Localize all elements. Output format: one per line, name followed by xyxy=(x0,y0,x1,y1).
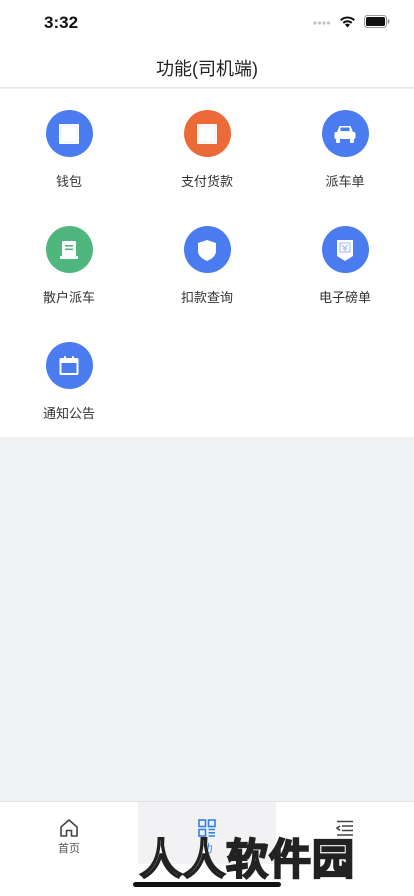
function-pay-goods[interactable]: 支付货款 xyxy=(138,89,276,205)
wifi-icon xyxy=(340,16,355,28)
truck-icon xyxy=(321,110,369,157)
signal-icon xyxy=(313,20,331,25)
dispatch-doc-icon xyxy=(45,226,93,273)
wallet-icon xyxy=(45,110,93,157)
status-time: 3:32 xyxy=(44,13,79,32)
receipt-icon xyxy=(321,226,369,273)
status-icons xyxy=(313,15,390,28)
function-label: 派车单 xyxy=(325,174,365,189)
shield-icon xyxy=(183,226,231,273)
battery-icon xyxy=(364,15,390,28)
function-deduction-query[interactable]: 扣款查询 xyxy=(138,205,276,321)
function-wallet[interactable]: 钱包 xyxy=(0,89,138,205)
home-icon xyxy=(60,819,78,837)
function-electronic-weigh-bill[interactable]: 电子磅单 xyxy=(276,205,414,321)
function-label: 通知公告 xyxy=(42,406,95,421)
calendar-icon xyxy=(45,342,93,389)
function-label: 钱包 xyxy=(55,174,82,189)
function-label: 电子磅单 xyxy=(318,290,371,305)
function-label: 支付货款 xyxy=(180,174,233,189)
function-grid: 钱包 支付货款 派车单 散户派车 扣款查询 电子磅单 通知公告 xyxy=(0,89,414,437)
tab-label: 首页 xyxy=(58,843,80,855)
function-retail-dispatch[interactable]: 散户派车 xyxy=(0,205,138,321)
function-notice[interactable]: 通知公告 xyxy=(0,321,138,437)
home-indicator[interactable] xyxy=(133,882,281,887)
watermark: 人人软件园 xyxy=(139,834,356,885)
navigation-bar: 功能(司机端) xyxy=(0,48,414,88)
function-dispatch-order[interactable]: 派车单 xyxy=(276,89,414,205)
tab-home[interactable]: 首页 xyxy=(0,802,138,864)
page-title: 功能(司机端) xyxy=(156,58,258,79)
function-label: 散户派车 xyxy=(42,290,95,305)
function-label: 扣款查询 xyxy=(180,290,233,305)
status-bar: 3:32 xyxy=(0,0,414,48)
payment-icon xyxy=(183,110,231,157)
